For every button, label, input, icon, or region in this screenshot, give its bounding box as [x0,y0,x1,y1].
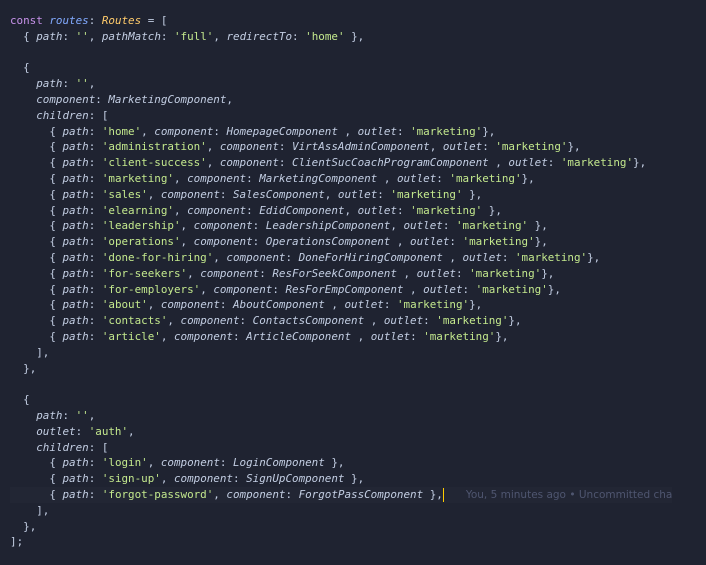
code-line-text: { path: 'forgot-password', component: Fo… [49,487,443,501]
code-line[interactable]: { path: 'sign-up', component: SignUpComp… [10,471,672,487]
code-line[interactable]: { path: 'leadership', component: Leaders… [10,218,672,234]
code-line-text: children: [ [36,108,109,122]
code-line[interactable]: { path: 'login', component: LoginCompone… [10,455,672,471]
code-line[interactable]: { path: 'administration', component: Vir… [10,139,672,155]
git-blame-annotation: You, 5 minutes ago • Uncommitted cha [465,488,673,501]
code-line-text: const routes: Routes = [ [10,14,168,27]
code-line-text: { path: 'administration', component: Vir… [49,140,581,154]
code-line[interactable]: { path: 'home', component: HomepageCompo… [10,124,672,140]
code-line-text: { path: 'contacts', component: ContactsC… [49,314,522,328]
code-line-text: { [23,393,30,407]
code-line-text: { path: 'about', component: AboutCompone… [49,298,483,312]
code-line-text: { path: 'home', component: HomepageCompo… [49,124,496,138]
code-line[interactable]: { [10,60,672,76]
code-line-text: { path: 'login', component: LoginCompone… [49,456,345,470]
code-lines: const routes: Routes = [ { path: '', pat… [10,13,672,550]
code-line-text: { path: 'sign-up', component: SignUpComp… [49,472,365,486]
code-line[interactable]: children: [ [10,108,672,124]
code-line-text: outlet: 'auth', [36,424,135,438]
code-line-text: ]; [10,535,24,549]
code-line[interactable] [10,376,672,392]
code-line-text: { path: 'for-seekers', component: ResFor… [49,266,555,280]
code-line[interactable]: { path: 'sales', component: SalesCompone… [10,187,672,203]
code-line-text: ], [36,503,50,517]
code-line[interactable]: outlet: 'auth', [10,424,672,440]
code-editor[interactable]: const routes: Routes = [ { path: '', pat… [0,0,706,565]
code-line-text: { path: '', pathMatch: 'full', redirectT… [23,29,365,43]
code-line[interactable]: { path: 'client-success', component: Cli… [10,155,672,171]
code-line-text: path: '', [36,77,96,91]
code-line-text: ], [36,345,50,359]
code-line[interactable]: ]; [10,534,672,550]
code-line[interactable]: { path: 'for-employers', component: ResF… [10,282,672,298]
code-line[interactable]: }, [10,519,672,535]
code-line[interactable]: children: [ [10,440,672,456]
code-line-text: { path: 'done-for-hiring', component: Do… [49,250,601,264]
code-line-text: { [23,61,30,75]
code-line-text: { path: 'leadership', component: Leaders… [49,219,548,233]
code-line[interactable]: }, [10,361,672,377]
code-line-text: { path: 'elearning', component: EdidComp… [49,203,502,217]
code-line[interactable]: { [10,392,672,408]
code-line-text: path: '', [36,408,96,422]
code-line-text: { path: 'article', component: ArticleCom… [49,329,509,343]
text-cursor [442,487,444,502]
code-line-text: { path: 'operations', component: Operati… [49,235,548,249]
code-line[interactable]: path: '', [10,76,672,92]
code-line[interactable]: const routes: Routes = [ [10,13,672,29]
code-line[interactable]: { path: 'about', component: AboutCompone… [10,297,672,313]
code-line[interactable]: { path: 'operations', component: Operati… [10,234,672,250]
code-line[interactable]: { path: 'article', component: ArticleCom… [10,329,672,345]
code-line[interactable]: { path: 'elearning', component: EdidComp… [10,203,672,219]
code-line[interactable]: ], [10,503,672,519]
code-line[interactable]: ], [10,345,672,361]
code-line[interactable]: { path: 'forgot-password', component: Fo… [10,487,672,503]
code-line-text: { path: 'client-success', component: Cli… [49,156,647,170]
code-line-text: { path: 'marketing', component: Marketin… [49,171,535,185]
code-line[interactable]: { path: 'contacts', component: ContactsC… [10,313,672,329]
code-line[interactable]: { path: 'marketing', component: Marketin… [10,171,672,187]
code-line-text: { path: 'sales', component: SalesCompone… [49,187,483,201]
code-line-text: }, [23,361,37,375]
code-line-text: children: [ [36,440,109,454]
code-line[interactable]: { path: 'done-for-hiring', component: Do… [10,250,672,266]
code-line[interactable]: { path: '', pathMatch: 'full', redirectT… [10,29,672,45]
code-line[interactable] [10,45,672,61]
code-line-text: { path: 'for-employers', component: ResF… [49,282,561,296]
code-line[interactable]: path: '', [10,408,672,424]
code-line[interactable]: { path: 'for-seekers', component: ResFor… [10,266,672,282]
code-line[interactable]: component: MarketingComponent, [10,92,672,108]
code-line-text: }, [23,519,37,533]
code-line-text: component: MarketingComponent, [36,92,233,106]
